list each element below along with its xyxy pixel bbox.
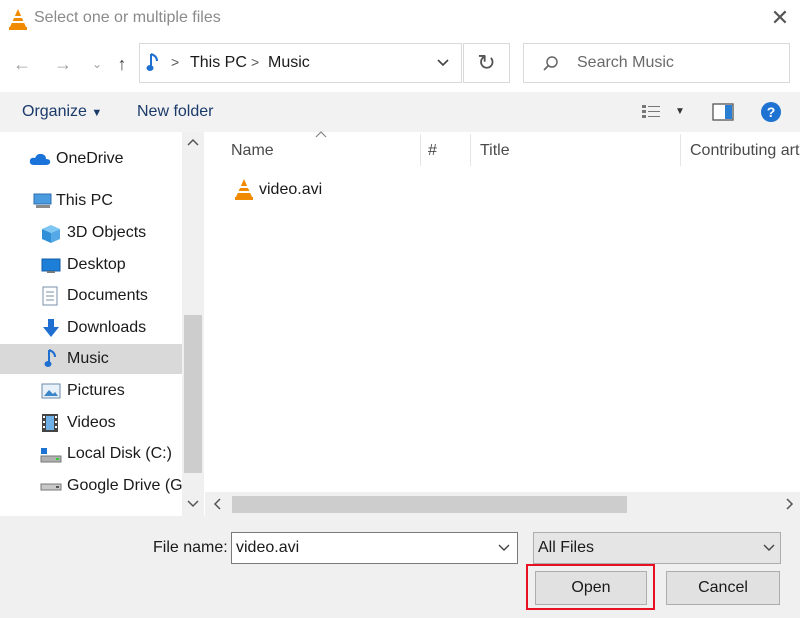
horizontal-scrollbar-thumb[interactable]	[232, 496, 627, 513]
cancel-button[interactable]: Cancel	[666, 571, 780, 605]
sidebar-item-this-pc[interactable]: This PC	[0, 186, 182, 216]
sidebar-item-onedrive[interactable]: OneDrive	[0, 144, 182, 174]
sort-ascending-icon	[315, 131, 327, 138]
sidebar-item-pictures[interactable]: Pictures	[0, 376, 182, 406]
address-bar[interactable]: > This PC > Music	[139, 43, 462, 83]
search-placeholder: Search Music	[577, 54, 674, 71]
organize-button[interactable]: Organize ▼	[22, 103, 102, 121]
sidebar-scrollbar-thumb[interactable]	[184, 315, 202, 473]
command-bar: Organize ▼ New folder ▼ ?	[0, 92, 800, 132]
computer-icon	[33, 193, 53, 209]
column-header-name[interactable]: Name	[231, 142, 274, 160]
arrow-up-icon[interactable]: ↑	[111, 52, 133, 76]
column-header-contributing-artists[interactable]: Contributing art	[690, 142, 799, 160]
sidebar-item-google-drive[interactable]: Google Drive (G:	[0, 471, 187, 501]
chevron-right-icon: >	[171, 54, 180, 70]
cloud-icon	[29, 152, 51, 166]
sidebar-item-documents[interactable]: Documents	[0, 281, 182, 311]
new-folder-button[interactable]: New folder	[137, 103, 213, 121]
chevron-right-icon: >	[251, 54, 260, 70]
file-name-input[interactable]: video.avi	[231, 532, 518, 564]
drive-icon	[40, 482, 62, 492]
film-icon	[41, 413, 59, 433]
window-title: Select one or multiple files	[34, 9, 221, 26]
music-note-icon	[146, 52, 160, 74]
view-options-icon[interactable]	[641, 104, 663, 120]
breadcrumb-music[interactable]: Music	[268, 54, 310, 72]
desktop-icon	[41, 258, 61, 274]
sidebar-item-downloads[interactable]: Downloads	[0, 313, 182, 343]
scroll-right-icon[interactable]	[786, 498, 794, 510]
arrow-right-icon[interactable]: →	[52, 52, 74, 76]
svg-text:?: ?	[767, 104, 776, 120]
file-name-label: File name:	[153, 539, 228, 556]
preview-pane-icon[interactable]	[712, 103, 734, 121]
navigation-pane: OneDrive This PC 3D Objects Desktop Docu…	[0, 132, 205, 516]
vlc-cone-icon	[8, 8, 28, 30]
vlc-cone-icon	[234, 178, 254, 200]
download-icon	[42, 318, 60, 338]
chevron-down-icon	[763, 542, 775, 554]
search-input[interactable]: Search Music	[523, 43, 790, 83]
column-header-title[interactable]: Title	[480, 142, 510, 160]
chevron-down-icon[interactable]: ⌄	[86, 52, 108, 76]
column-divider[interactable]	[470, 134, 471, 166]
scroll-up-icon[interactable]	[187, 138, 199, 146]
refresh-icon[interactable]: ↻	[463, 43, 510, 83]
chevron-down-icon[interactable]	[436, 56, 450, 70]
title-bar: Select one or multiple files ✕	[0, 0, 800, 38]
sidebar-item-videos[interactable]: Videos	[0, 408, 182, 438]
file-type-select[interactable]: All Files	[533, 532, 781, 564]
close-icon[interactable]: ✕	[768, 4, 792, 32]
column-header-number[interactable]: #	[428, 142, 437, 160]
disk-icon	[40, 447, 62, 463]
chevron-down-icon[interactable]	[498, 542, 510, 554]
file-name: video.avi	[259, 181, 323, 198]
column-divider[interactable]	[680, 134, 681, 166]
scroll-left-icon[interactable]	[213, 498, 221, 510]
cube-icon	[41, 224, 61, 244]
sidebar-item-music[interactable]: Music	[0, 344, 182, 374]
help-icon[interactable]: ?	[760, 101, 782, 123]
scroll-down-icon[interactable]	[187, 500, 199, 508]
sidebar-item-3d-objects[interactable]: 3D Objects	[0, 218, 182, 248]
view-dropdown-icon[interactable]: ▼	[675, 106, 685, 117]
file-row[interactable]: video.avi	[230, 174, 370, 204]
breadcrumb-this-pc[interactable]: This PC	[190, 54, 247, 72]
document-icon	[42, 286, 58, 306]
open-button[interactable]: Open	[535, 571, 647, 605]
picture-icon	[41, 383, 61, 399]
column-divider[interactable]	[420, 134, 421, 166]
sidebar-item-local-disk[interactable]: Local Disk (C:)	[0, 439, 182, 469]
sidebar-item-desktop[interactable]: Desktop	[0, 250, 182, 280]
search-icon	[542, 55, 560, 73]
music-note-icon	[44, 348, 58, 370]
arrow-left-icon[interactable]: ←	[11, 52, 33, 76]
